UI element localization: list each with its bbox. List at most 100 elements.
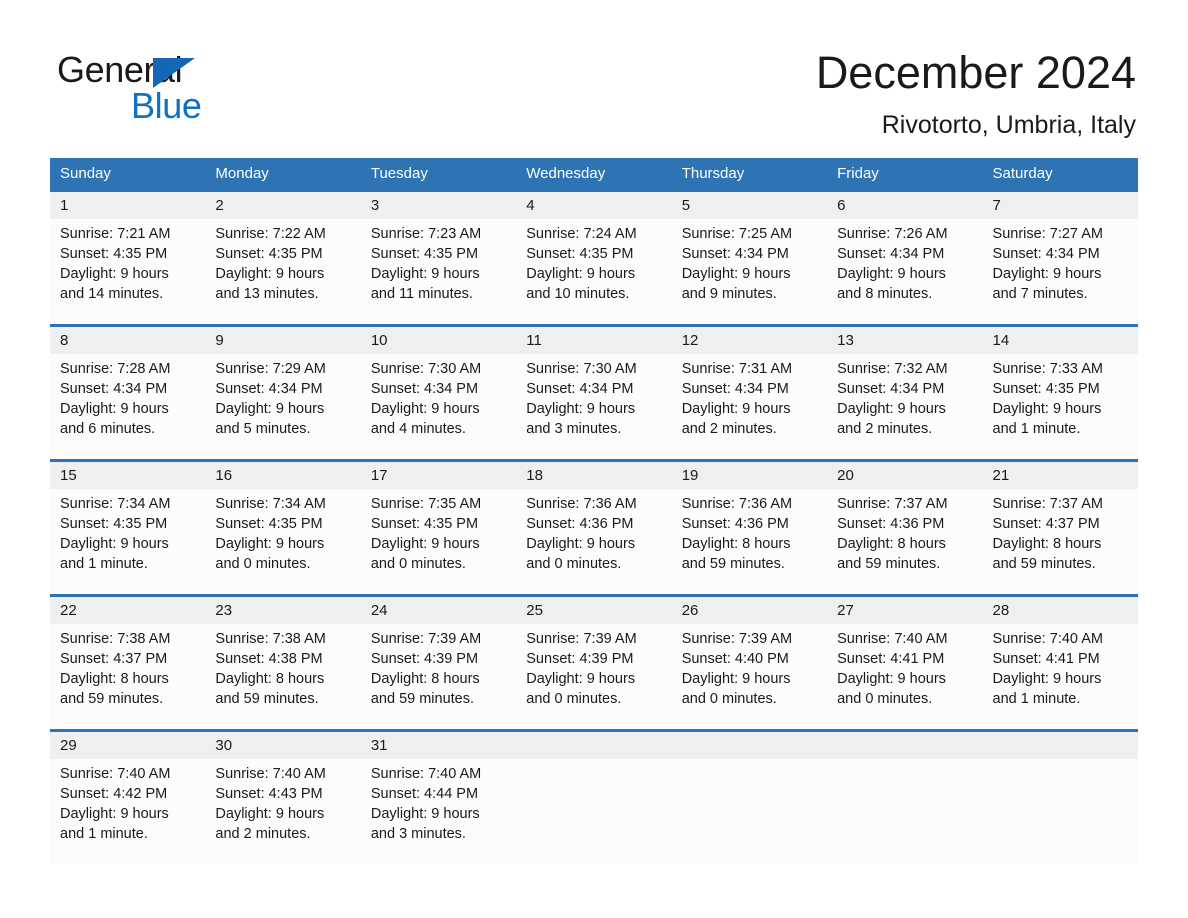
date-number[interactable]: 1	[50, 192, 205, 219]
date-number[interactable]: 23	[205, 597, 360, 624]
day-cell[interactable]: Sunrise: 7:29 AM Sunset: 4:34 PM Dayligh…	[205, 354, 360, 459]
brand-logo[interactable]: General Blue	[57, 50, 317, 130]
date-number[interactable]: 14	[983, 327, 1138, 354]
daylight-text-line2: and 3 minutes.	[526, 421, 622, 437]
daylight-text-line2: and 59 minutes.	[370, 691, 475, 707]
sunset-text: Sunset: 4:34 PM	[526, 381, 634, 397]
date-number[interactable]: 16	[205, 462, 360, 489]
day-cell[interactable]: Sunrise: 7:34 AM Sunset: 4:35 PM Dayligh…	[205, 489, 360, 594]
sunset-text: Sunset: 4:36 PM	[526, 516, 634, 532]
dow-saturday: Saturday	[992, 165, 1053, 182]
daylight-text-line1: Daylight: 8 hours	[992, 536, 1102, 552]
daylight-text-line1: Daylight: 8 hours	[681, 536, 791, 552]
day-cell[interactable]: Sunrise: 7:21 AM Sunset: 4:35 PM Dayligh…	[50, 219, 205, 324]
date-number[interactable]: 11	[516, 327, 671, 354]
sunrise-text: Sunrise: 7:37 AM	[992, 496, 1103, 512]
day-cell[interactable]: Sunrise: 7:38 AM Sunset: 4:38 PM Dayligh…	[205, 624, 360, 729]
date-number[interactable]: 24	[361, 597, 516, 624]
sunrise-text: Sunrise: 7:38 AM	[60, 631, 171, 647]
sunset-text: Sunset: 4:36 PM	[681, 516, 789, 532]
date-number[interactable]: 22	[50, 597, 205, 624]
sunset-text: Sunset: 4:39 PM	[370, 651, 479, 667]
day-cell[interactable]: Sunrise: 7:25 AM Sunset: 4:34 PM Dayligh…	[672, 219, 827, 324]
day-cell[interactable]: Sunrise: 7:34 AM Sunset: 4:35 PM Dayligh…	[50, 489, 205, 594]
date-number[interactable]: 17	[361, 462, 516, 489]
daylight-text-line1: Daylight: 8 hours	[60, 671, 169, 687]
day-cell[interactable]: Sunrise: 7:39 AM Sunset: 4:39 PM Dayligh…	[361, 624, 516, 729]
sunrise-text: Sunrise: 7:29 AM	[215, 361, 326, 377]
daylight-text-line2: and 2 minutes.	[681, 421, 777, 437]
daylight-text-line2: and 9 minutes.	[681, 286, 777, 302]
day-cell-empty	[516, 759, 671, 864]
day-cell[interactable]: Sunrise: 7:40 AM Sunset: 4:41 PM Dayligh…	[983, 624, 1138, 729]
daylight-text-line1: Daylight: 9 hours	[526, 401, 636, 417]
day-cell[interactable]: Sunrise: 7:28 AM Sunset: 4:34 PM Dayligh…	[50, 354, 205, 459]
date-number[interactable]: 10	[361, 327, 516, 354]
day-cell[interactable]: Sunrise: 7:32 AM Sunset: 4:34 PM Dayligh…	[827, 354, 982, 459]
date-number[interactable]: 18	[516, 462, 671, 489]
date-number[interactable]: 13	[827, 327, 982, 354]
day-cell[interactable]: Sunrise: 7:40 AM Sunset: 4:42 PM Dayligh…	[50, 759, 205, 864]
sunset-text: Sunset: 4:41 PM	[992, 651, 1100, 667]
sunset-text: Sunset: 4:44 PM	[370, 786, 479, 802]
date-number[interactable]: 30	[205, 732, 360, 759]
date-number[interactable]: 20	[827, 462, 982, 489]
day-of-week-header: Sunday Monday Tuesday Wednesday Thursday…	[50, 158, 1138, 189]
day-cell[interactable]: Sunrise: 7:37 AM Sunset: 4:36 PM Dayligh…	[827, 489, 982, 594]
daylight-text-line1: Daylight: 9 hours	[526, 266, 636, 282]
page-title: December 2024	[815, 47, 1136, 98]
date-number[interactable]: 12	[672, 327, 827, 354]
day-cell[interactable]: Sunrise: 7:36 AM Sunset: 4:36 PM Dayligh…	[516, 489, 671, 594]
day-cell[interactable]: Sunrise: 7:40 AM Sunset: 4:43 PM Dayligh…	[205, 759, 360, 864]
day-cell[interactable]: Sunrise: 7:40 AM Sunset: 4:41 PM Dayligh…	[827, 624, 982, 729]
date-number[interactable]: 28	[983, 597, 1138, 624]
day-cell[interactable]: Sunrise: 7:27 AM Sunset: 4:34 PM Dayligh…	[983, 219, 1138, 324]
day-cell[interactable]: Sunrise: 7:33 AM Sunset: 4:35 PM Dayligh…	[983, 354, 1138, 459]
date-number[interactable]: 25	[516, 597, 671, 624]
day-cell[interactable]: Sunrise: 7:36 AM Sunset: 4:36 PM Dayligh…	[672, 489, 827, 594]
daylight-text-line1: Daylight: 9 hours	[992, 401, 1102, 417]
week-row: 29 30 31 Sunrise: 7:40 AM Sunset: 4:42 P…	[50, 729, 1138, 864]
day-cell[interactable]: Sunrise: 7:24 AM Sunset: 4:35 PM Dayligh…	[516, 219, 671, 324]
day-cell[interactable]: Sunrise: 7:30 AM Sunset: 4:34 PM Dayligh…	[516, 354, 671, 459]
sunrise-text: Sunrise: 7:35 AM	[370, 496, 482, 512]
date-number[interactable]: 7	[983, 192, 1138, 219]
date-number[interactable]: 6	[827, 192, 982, 219]
day-cell[interactable]: Sunrise: 7:40 AM Sunset: 4:44 PM Dayligh…	[361, 759, 516, 864]
sunset-text: Sunset: 4:34 PM	[681, 246, 789, 262]
day-cell[interactable]: Sunrise: 7:35 AM Sunset: 4:35 PM Dayligh…	[361, 489, 516, 594]
date-number[interactable]: 3	[361, 192, 516, 219]
sunset-text: Sunset: 4:35 PM	[526, 246, 634, 262]
week-body: Sunrise: 7:28 AM Sunset: 4:34 PM Dayligh…	[50, 354, 1138, 459]
date-number[interactable]: 2	[205, 192, 360, 219]
day-cell[interactable]: Sunrise: 7:23 AM Sunset: 4:35 PM Dayligh…	[361, 219, 516, 324]
date-number[interactable]: 27	[827, 597, 982, 624]
date-number[interactable]: 5	[672, 192, 827, 219]
day-cell[interactable]: Sunrise: 7:39 AM Sunset: 4:40 PM Dayligh…	[672, 624, 827, 729]
day-cell[interactable]: Sunrise: 7:37 AM Sunset: 4:37 PM Dayligh…	[983, 489, 1138, 594]
day-cell[interactable]: Sunrise: 7:30 AM Sunset: 4:34 PM Dayligh…	[361, 354, 516, 459]
week-date-header: 1 2 3 4 5 6 7	[50, 192, 1138, 219]
date-number[interactable]: 29	[50, 732, 205, 759]
date-number[interactable]: 26	[672, 597, 827, 624]
day-cell[interactable]: Sunrise: 7:38 AM Sunset: 4:37 PM Dayligh…	[50, 624, 205, 729]
page-header: General Blue December 2024 Rivotorto, Um…	[0, 0, 1188, 152]
day-cell[interactable]: Sunrise: 7:39 AM Sunset: 4:39 PM Dayligh…	[516, 624, 671, 729]
date-number[interactable]: 8	[50, 327, 205, 354]
week-date-header: 22 23 24 25 26 27 28	[50, 597, 1138, 624]
day-cell[interactable]: Sunrise: 7:22 AM Sunset: 4:35 PM Dayligh…	[205, 219, 360, 324]
date-number[interactable]: 31	[361, 732, 516, 759]
date-number[interactable]: 19	[672, 462, 827, 489]
sunrise-text: Sunrise: 7:36 AM	[526, 496, 637, 512]
week-body: Sunrise: 7:38 AM Sunset: 4:37 PM Dayligh…	[50, 624, 1138, 729]
daylight-text-line1: Daylight: 9 hours	[215, 536, 325, 552]
day-cell[interactable]: Sunrise: 7:31 AM Sunset: 4:34 PM Dayligh…	[672, 354, 827, 459]
sunrise-text: Sunrise: 7:30 AM	[526, 361, 637, 377]
date-number[interactable]: 9	[205, 327, 360, 354]
daylight-text-line1: Daylight: 9 hours	[60, 266, 169, 282]
date-number[interactable]: 4	[516, 192, 671, 219]
date-number[interactable]: 15	[50, 462, 205, 489]
day-cell[interactable]: Sunrise: 7:26 AM Sunset: 4:34 PM Dayligh…	[827, 219, 982, 324]
date-number[interactable]: 21	[983, 462, 1138, 489]
daylight-text-line1: Daylight: 9 hours	[992, 266, 1102, 282]
